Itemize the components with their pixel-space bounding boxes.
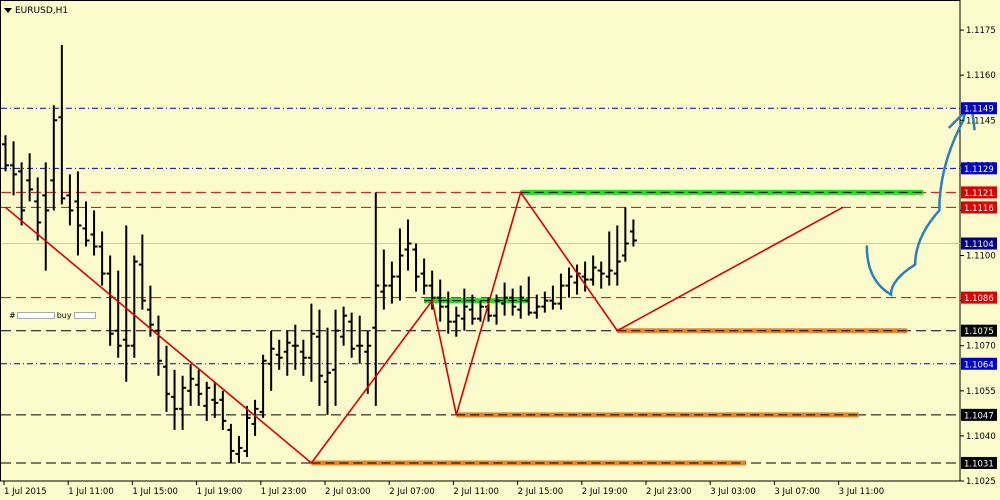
chart-window: 1.11751.11601.11451.11301.11151.11001.10… [0,0,1000,500]
time-tick-label: 3 Jul 03:00 [710,487,756,497]
price-tick-label: 1.1070 [966,342,996,352]
forecast-curve [865,103,973,297]
time-tick-label: 2 Jul 23:00 [646,487,692,497]
zigzag-line [4,190,844,465]
price-tick-label: 1.1100 [966,252,996,262]
level-price-label: 1.1116 [964,204,994,214]
level-price-label: 1.1075 [964,327,994,337]
level-price-label: 1.1064 [964,360,994,370]
price-tick-label: 1.1175 [966,26,996,36]
level-price-label: 1.1149 [964,105,994,115]
level-price-label: 1.1121 [964,189,994,199]
time-tick-label: 3 Jul 07:00 [774,487,820,497]
time-tick-label: 1 Jul 19:00 [197,487,243,497]
time-tick-label: 1 Jul 2015 [4,487,47,497]
price-chart[interactable]: 1.11751.11601.11451.11301.11151.11001.10… [0,0,1000,500]
time-tick-label: 1 Jul 23:00 [261,487,307,497]
level-price-label: 1.1129 [964,165,994,175]
symbol-label: EURUSD,H1 [15,5,69,16]
level-price-label: 1.1047 [964,411,994,421]
level-price-label: 1.1086 [964,294,994,304]
overlay-value-box [73,311,96,319]
overlay-prefix: # [9,310,16,320]
price-tick-label: 1.1055 [966,387,996,397]
time-tick-label: 2 Jul 03:00 [325,487,371,497]
overlay-id-box [16,311,55,319]
time-tick-label: 2 Jul 19:00 [582,487,628,497]
trade-overlay: # buy [9,310,96,320]
time-tick-label: 1 Jul 11:00 [68,487,114,497]
price-tick-label: 1.1160 [966,71,996,81]
dropdown-triangle-icon[interactable] [4,8,12,13]
level-price-label: 1.1031 [964,459,994,469]
price-tick-label: 1.1025 [966,477,996,487]
plot-frame [0,0,961,482]
time-tick-label: 3 Jul 11:00 [839,487,885,497]
time-tick-label: 1 Jul 15:00 [132,487,178,497]
symbol-header[interactable]: EURUSD,H1 [4,4,68,17]
time-tick-label: 2 Jul 15:00 [518,487,564,497]
time-tick-label: 2 Jul 07:00 [389,487,435,497]
level-price-label: 1.1104 [964,240,994,250]
overlay-label: buy [56,310,72,320]
price-tick-label: 1.1040 [966,432,996,442]
time-tick-label: 2 Jul 11:00 [453,487,499,497]
price-tick-label: 1.1145 [966,116,996,126]
